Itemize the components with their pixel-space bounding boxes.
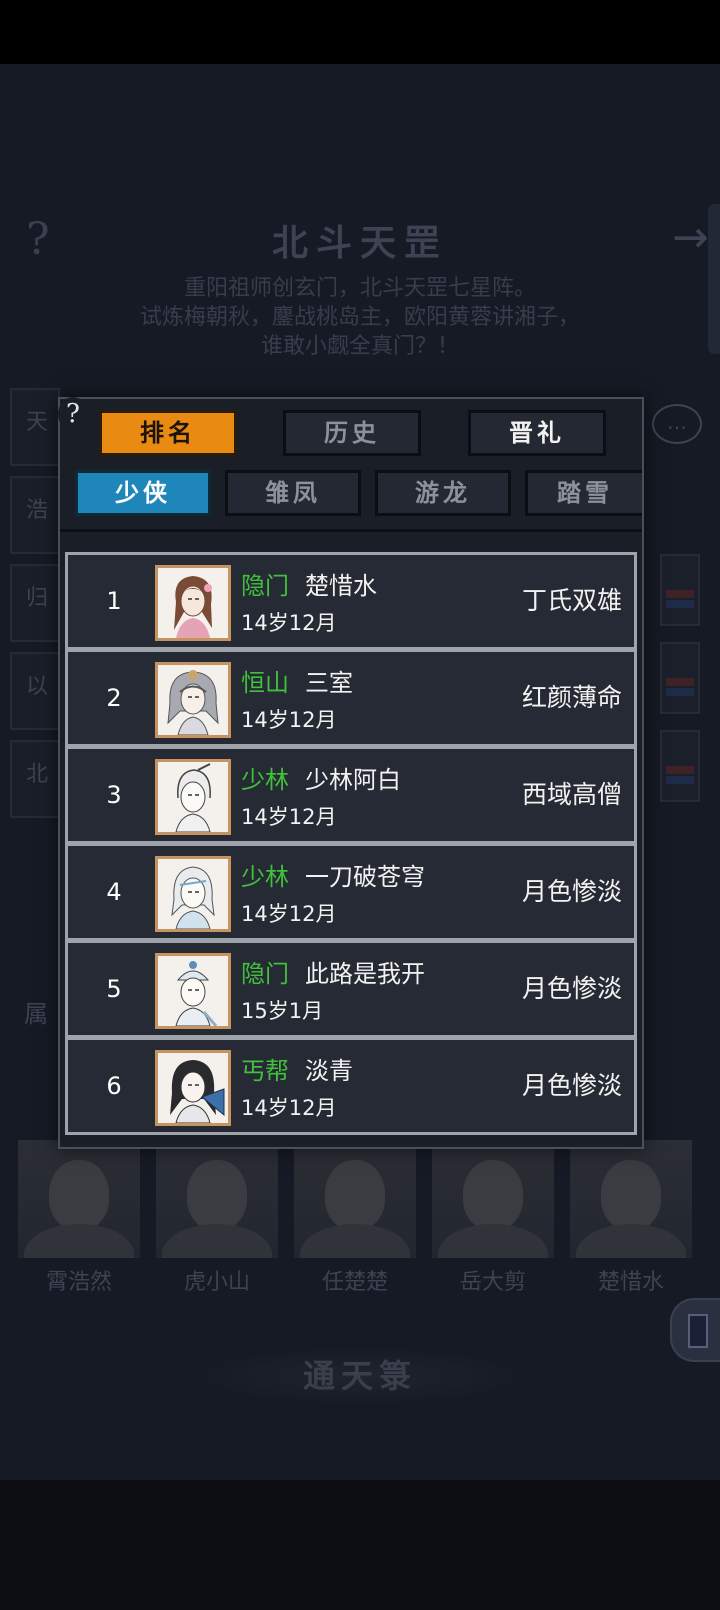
player-sect: 丐帮 — [241, 1057, 289, 1085]
background-side-item: 北 — [10, 740, 60, 818]
background-title: 北斗天罡 — [271, 222, 448, 264]
ranking-row[interactable]: 2 恒山 三室 14岁12月 红颜薄命 — [65, 649, 637, 747]
rank-number: 2 — [106, 684, 122, 712]
player-title: 月色惨淡 — [521, 1071, 622, 1100]
subtab-chufeng[interactable]: 雏凤 — [225, 470, 361, 516]
background-side-item: 天 — [10, 388, 60, 466]
player-age: 14岁12月 — [241, 1096, 337, 1120]
rank-number: 4 — [106, 878, 122, 906]
background-attr-label: 属 — [24, 1000, 48, 1028]
background-hero-portrait — [570, 1140, 692, 1258]
rank-number: 1 — [106, 587, 122, 615]
player-name: 楚惜水 — [305, 572, 377, 600]
tab-promotion[interactable]: 晋礼 — [468, 410, 606, 456]
help-icon[interactable]: ? — [58, 397, 88, 431]
player-sect: 恒山 — [241, 669, 289, 697]
player-sect: 隐门 — [241, 960, 289, 988]
background-side-item: 以 — [10, 652, 60, 730]
player-name: 少林阿白 — [305, 766, 401, 794]
ranking-row[interactable]: 3 少林 少林阿白 14岁12月 西域高僧 — [65, 746, 637, 844]
player-title: 红颜薄命 — [521, 683, 622, 712]
subtab-youlong[interactable]: 游龙 — [375, 470, 511, 516]
female-fan-portrait-icon — [158, 1053, 228, 1123]
tab-history[interactable]: 历史 — [283, 410, 421, 456]
background-right-card — [660, 730, 700, 802]
bottom-blank-area — [0, 1480, 720, 1610]
panel-divider — [60, 529, 642, 532]
player-age: 14岁12月 — [241, 805, 337, 829]
background-poem-line: 谁敢小觑全真门？！ — [260, 334, 459, 359]
background-next-arrow-icon: → — [672, 212, 709, 263]
player-age: 14岁12月 — [241, 611, 337, 635]
subtab-taxue[interactable]: 踏雪 — [525, 470, 642, 516]
background-side-item: 归 — [10, 564, 60, 642]
background-main-button: 通天箓 — [200, 1348, 520, 1404]
background-hero-name: 楚惜水 — [597, 1270, 664, 1295]
player-portrait — [155, 1050, 231, 1126]
background-right-card — [660, 554, 700, 626]
ranking-row[interactable]: 6 丐帮 淡青 14岁12月 月色惨淡 — [65, 1037, 637, 1135]
player-sect: 少林 — [241, 863, 289, 891]
background-poem-line: 重阳祖师创玄门，北斗天罡七星阵。 — [183, 276, 536, 301]
background-hero-name: 岳大剪 — [459, 1270, 526, 1295]
player-portrait — [155, 953, 231, 1029]
background-chat-bubble-icon: … — [652, 404, 702, 444]
background-hero-name: 任楚楚 — [321, 1270, 388, 1295]
swordsman-portrait-icon — [158, 859, 228, 929]
female-portrait-icon — [158, 665, 228, 735]
ranking-panel: ? 排名 历史 晋礼 少侠 雏凤 游龙 踏雪 1 隐门 楚惜水 14岁12月 丁… — [58, 397, 644, 1149]
background-hero-portrait — [432, 1140, 554, 1258]
player-portrait — [155, 856, 231, 932]
player-name: 三室 — [305, 669, 353, 697]
background-book-icon — [670, 1298, 720, 1362]
ranking-row[interactable]: 1 隐门 楚惜水 14岁12月 丁氏双雄 — [65, 552, 637, 650]
background-hero-portrait — [156, 1140, 278, 1258]
female-portrait-icon — [158, 568, 228, 638]
player-title: 丁氏双雄 — [521, 586, 622, 615]
player-age: 14岁12月 — [241, 902, 337, 926]
young-monk-portrait-icon — [158, 762, 228, 832]
player-title: 月色惨淡 — [521, 974, 622, 1003]
background-hero-portrait — [18, 1140, 140, 1258]
background-hero-name: 霄浩然 — [45, 1270, 112, 1295]
player-title: 月色惨淡 — [521, 877, 622, 906]
player-age: 15岁1月 — [241, 999, 324, 1023]
player-sect: 隐门 — [241, 572, 289, 600]
player-portrait — [155, 565, 231, 641]
subtab-shaoxia[interactable]: 少侠 — [75, 470, 211, 516]
ranking-list: 1 隐门 楚惜水 14岁12月 丁氏双雄 2 恒山 三室 14岁12月 红颜薄命… — [65, 552, 637, 1135]
background-poem-line: 试炼梅朝秋，鏖战桃岛主，欧阳黄蓉讲湘子， — [139, 305, 580, 330]
tab-ranking[interactable]: 排名 — [99, 410, 237, 456]
player-sect: 少林 — [241, 766, 289, 794]
player-age: 14岁12月 — [241, 708, 337, 732]
player-portrait — [155, 662, 231, 738]
player-name: 一刀破苍穹 — [305, 863, 425, 891]
background-side-tab — [708, 204, 720, 354]
background-hero-portrait — [294, 1140, 416, 1258]
player-name: 此路是我开 — [305, 960, 425, 988]
background-right-card — [660, 642, 700, 714]
scholar-portrait-icon — [158, 956, 228, 1026]
rank-number: 3 — [106, 781, 122, 809]
player-title: 西域高僧 — [521, 780, 622, 809]
background-hero-name: 虎小山 — [183, 1270, 250, 1295]
ranking-row[interactable]: 4 少林 一刀破苍穹 14岁12月 月色惨淡 — [65, 843, 637, 941]
ranking-row[interactable]: 5 隐门 此路是我开 15岁1月 月色惨淡 — [65, 940, 637, 1038]
background-side-item: 浩 — [10, 476, 60, 554]
rank-number: 6 — [106, 1072, 122, 1100]
rank-number: 5 — [106, 975, 122, 1003]
status-bar — [0, 0, 720, 64]
player-portrait — [155, 759, 231, 835]
player-name: 淡青 — [305, 1057, 353, 1085]
